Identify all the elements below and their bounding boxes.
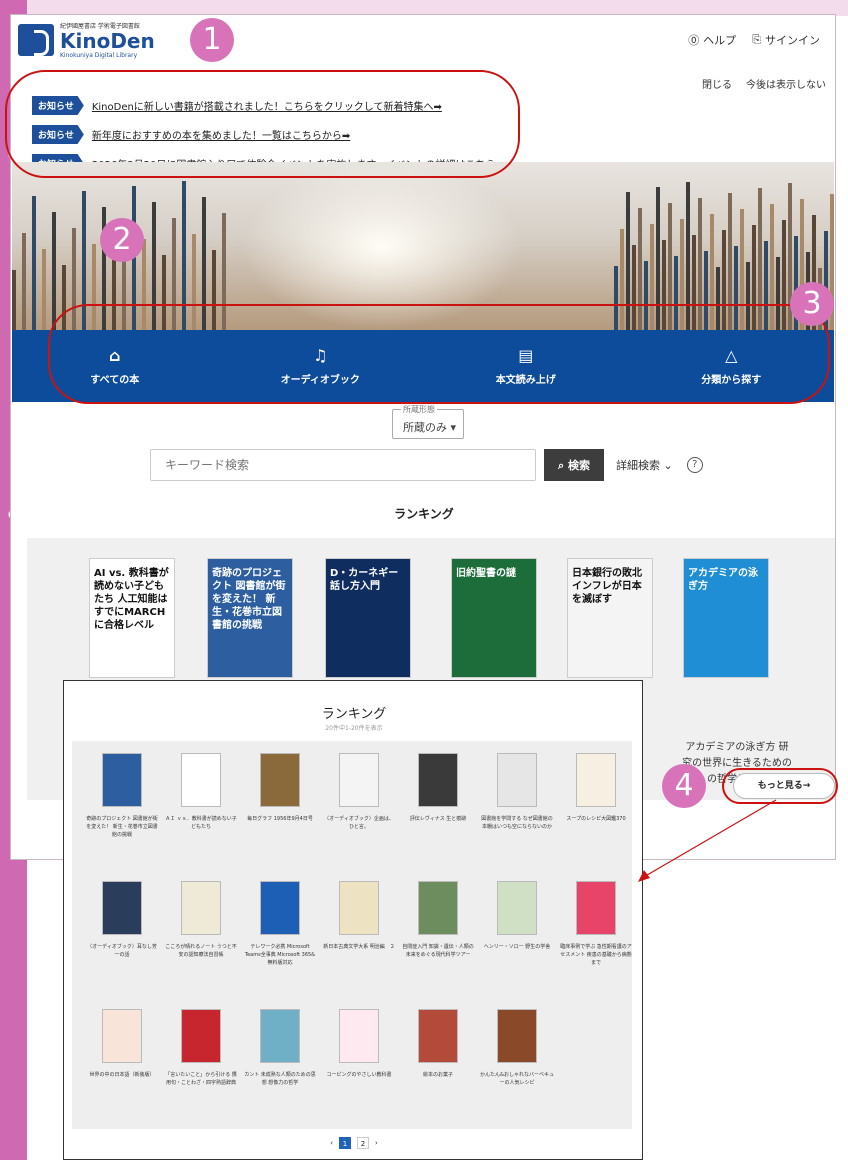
notice-controls: 閉じる 今後は表示しない <box>702 76 826 91</box>
kinoden-logo[interactable]: 紀伊國屋書店 学術電子図書館 KinoDen Kinokuniya Digita… <box>18 21 155 59</box>
help-label: ヘルプ <box>703 34 737 47</box>
ranking-page-inset: ランキング 20件中1-20件を表示 奇跡のプロジェクト 図書館が街を変えた！ … <box>63 680 643 1160</box>
inset-book-cover[interactable] <box>418 881 458 935</box>
inset-book-title[interactable]: 絵本のお菓子 <box>401 1071 475 1079</box>
inset-book-title[interactable]: （オーディオブック）企画は、ひと言。 <box>322 815 396 831</box>
inset-book-cover[interactable] <box>181 753 221 807</box>
inset-book-cover[interactable] <box>418 753 458 807</box>
help-icon: ⓪ <box>688 34 700 47</box>
callout-ellipse-1 <box>5 70 520 178</box>
inset-book-title[interactable]: 奇跡のプロジェクト 図書館が街を変えた！ 新生・花巻市立図書館の挑戦 <box>85 815 159 839</box>
logo-title: KinoDen <box>60 29 155 53</box>
inset-book-title[interactable]: 評伝レヴィナス 生と痕跡 <box>401 815 475 823</box>
callout-number-1: 1 <box>190 18 234 62</box>
inset-book-cover[interactable] <box>339 753 379 807</box>
pagination: ‹ 1 2 › <box>64 1137 644 1149</box>
inset-book-cover[interactable] <box>339 881 379 935</box>
inset-book-cover[interactable] <box>418 1009 458 1063</box>
inset-book-title[interactable]: 自閉症入門 知識・遺伝・人類の未来をめぐる現代科学ツアー <box>401 943 475 959</box>
inset-book-cover[interactable] <box>102 881 142 935</box>
holding-type-value: 所蔵のみ ▾ <box>403 421 457 434</box>
ranking-book[interactable]: AI vs. 教科書が読めない子どもたち 人工知能はすでにMARCHに合格レベル <box>89 558 175 678</box>
logo-mark-icon <box>18 24 54 56</box>
ranking-book[interactable]: アカデミアの泳ぎ方 <box>683 558 769 678</box>
inset-book-title[interactable]: テレワーク必携 Microsoft Teams全事典 Microsoft 365… <box>243 943 317 967</box>
question-icon[interactable]: ? <box>686 457 703 473</box>
inset-book-title[interactable]: カント 未成熟な人類のための思想 想像力の哲学 <box>243 1071 317 1087</box>
callout-number-3: 3 <box>790 282 834 326</box>
notice-close-link[interactable]: 閉じる <box>702 76 732 91</box>
inset-book-cover[interactable] <box>497 753 537 807</box>
ranking-book[interactable]: 奇跡のプロジェクト 図書館が街を変えた！ 新生・花巻市立図書館の挑戦 <box>207 558 293 678</box>
inset-book-title[interactable]: 毎日グラフ 1956年9月4日号 <box>243 815 317 823</box>
inset-book-cover[interactable] <box>260 1009 300 1063</box>
site-header: 紀伊國屋書店 学術電子図書館 KinoDen Kinokuniya Digita… <box>12 16 834 64</box>
inset-book-cover[interactable] <box>181 881 221 935</box>
shelf-decor <box>52 212 56 330</box>
logo-tagline: Kinokuniya Digital Library <box>60 52 138 59</box>
signin-label: サインイン <box>765 34 820 47</box>
inset-book-title[interactable]: 図書館を学問する なぜ図書館の本棚はいつも空にならないのか <box>480 815 554 831</box>
holding-type-label: 所蔵形態 <box>401 404 437 415</box>
callout-arrow <box>638 799 777 882</box>
inset-count: 20件中1-20件を表示 <box>325 725 383 732</box>
ranking-book[interactable]: 旧約聖書の謎 <box>451 558 537 678</box>
callout-ellipse-3 <box>48 304 830 404</box>
holding-type-select[interactable]: 所蔵形態 所蔵のみ ▾ <box>392 404 464 439</box>
shelf-decor <box>12 270 16 330</box>
ranking-title: ランキング <box>394 507 454 521</box>
inset-book-cover[interactable] <box>260 753 300 807</box>
inset-book-title[interactable]: 世界の中の日本語（新装版） <box>85 1071 159 1079</box>
advanced-search-toggle[interactable]: 詳細検索 ⌄ <box>616 457 673 473</box>
inset-book-cover[interactable] <box>102 1009 142 1063</box>
signin-icon: ⎘ <box>752 33 761 46</box>
ranking-book[interactable]: D・カーネギー 話し方入門 <box>325 558 411 678</box>
inset-book-cover[interactable] <box>102 753 142 807</box>
inset-title: ランキング <box>321 707 387 722</box>
inset-book-title[interactable]: ＡＩ ｖｓ．教科書が読めない子どもたち <box>164 815 238 831</box>
callout-number-2: 2 <box>100 218 144 262</box>
signin-link[interactable]: ⎘ サインイン <box>752 32 820 48</box>
inset-book-cover[interactable] <box>497 1009 537 1063</box>
inset-book-cover[interactable] <box>181 1009 221 1063</box>
inset-book-cover[interactable] <box>576 881 616 935</box>
ranking-book[interactable]: 日本銀行の敗北 インフレが日本を滅ぼす <box>567 558 653 678</box>
inset-book-cover[interactable] <box>260 881 300 935</box>
notice-hide-link[interactable]: 今後は表示しない <box>746 76 826 91</box>
help-link[interactable]: ⓪ ヘルプ <box>688 32 736 48</box>
inset-book-title[interactable]: （オーディオブック）耳なし芳一の話 <box>85 943 159 959</box>
inset-book-title[interactable]: コーピングのやさしい教科書 <box>322 1071 396 1079</box>
search-input[interactable] <box>150 449 536 481</box>
inset-book-title[interactable]: 臨床事例で学ぶ 急性期看護のアセスメント 疾患の基礎から病態まで <box>559 943 633 967</box>
inset-book-title[interactable]: スープのレシピ大図鑑370 <box>559 815 633 823</box>
search-bar: ⌕ 検索 詳細検索 ⌄ ? <box>150 449 703 481</box>
prev-page[interactable]: ‹ <box>330 1139 333 1147</box>
search-button[interactable]: ⌕ 検索 <box>544 449 604 481</box>
page-2[interactable]: 2 <box>357 1137 369 1149</box>
inset-book-cover[interactable] <box>497 881 537 935</box>
inset-book-cover[interactable] <box>576 753 616 807</box>
inset-book-title[interactable]: こころが晴れるノート うつと不安の認知療法自習帳 <box>164 943 238 959</box>
page-1[interactable]: 1 <box>339 1137 351 1149</box>
shelf-decor <box>32 196 36 330</box>
callout-number-4: 4 <box>662 764 706 808</box>
shelf-decor <box>22 233 26 330</box>
inset-book-grid: 奇跡のプロジェクト 図書館が街を変えた！ 新生・花巻市立図書館の挑戦 ＡＩ ｖｓ．… <box>72 741 632 1129</box>
shelf-decor <box>42 249 46 330</box>
inset-book-title[interactable]: 「言いたいこと」から引ける 慣用句・ことわざ・四字熟語辞典 <box>164 1071 238 1087</box>
next-page[interactable]: › <box>375 1139 378 1147</box>
inset-book-title[interactable]: ヘンリー・ソロー 野生の学舎 <box>480 943 554 951</box>
inset-book-title[interactable]: 新日本古典文学大系 明治編 ２ <box>322 943 396 951</box>
inset-book-title[interactable]: かんたん&おしゃれなバーベキューの人気レシピ <box>480 1071 554 1087</box>
inset-book-cover[interactable] <box>339 1009 379 1063</box>
